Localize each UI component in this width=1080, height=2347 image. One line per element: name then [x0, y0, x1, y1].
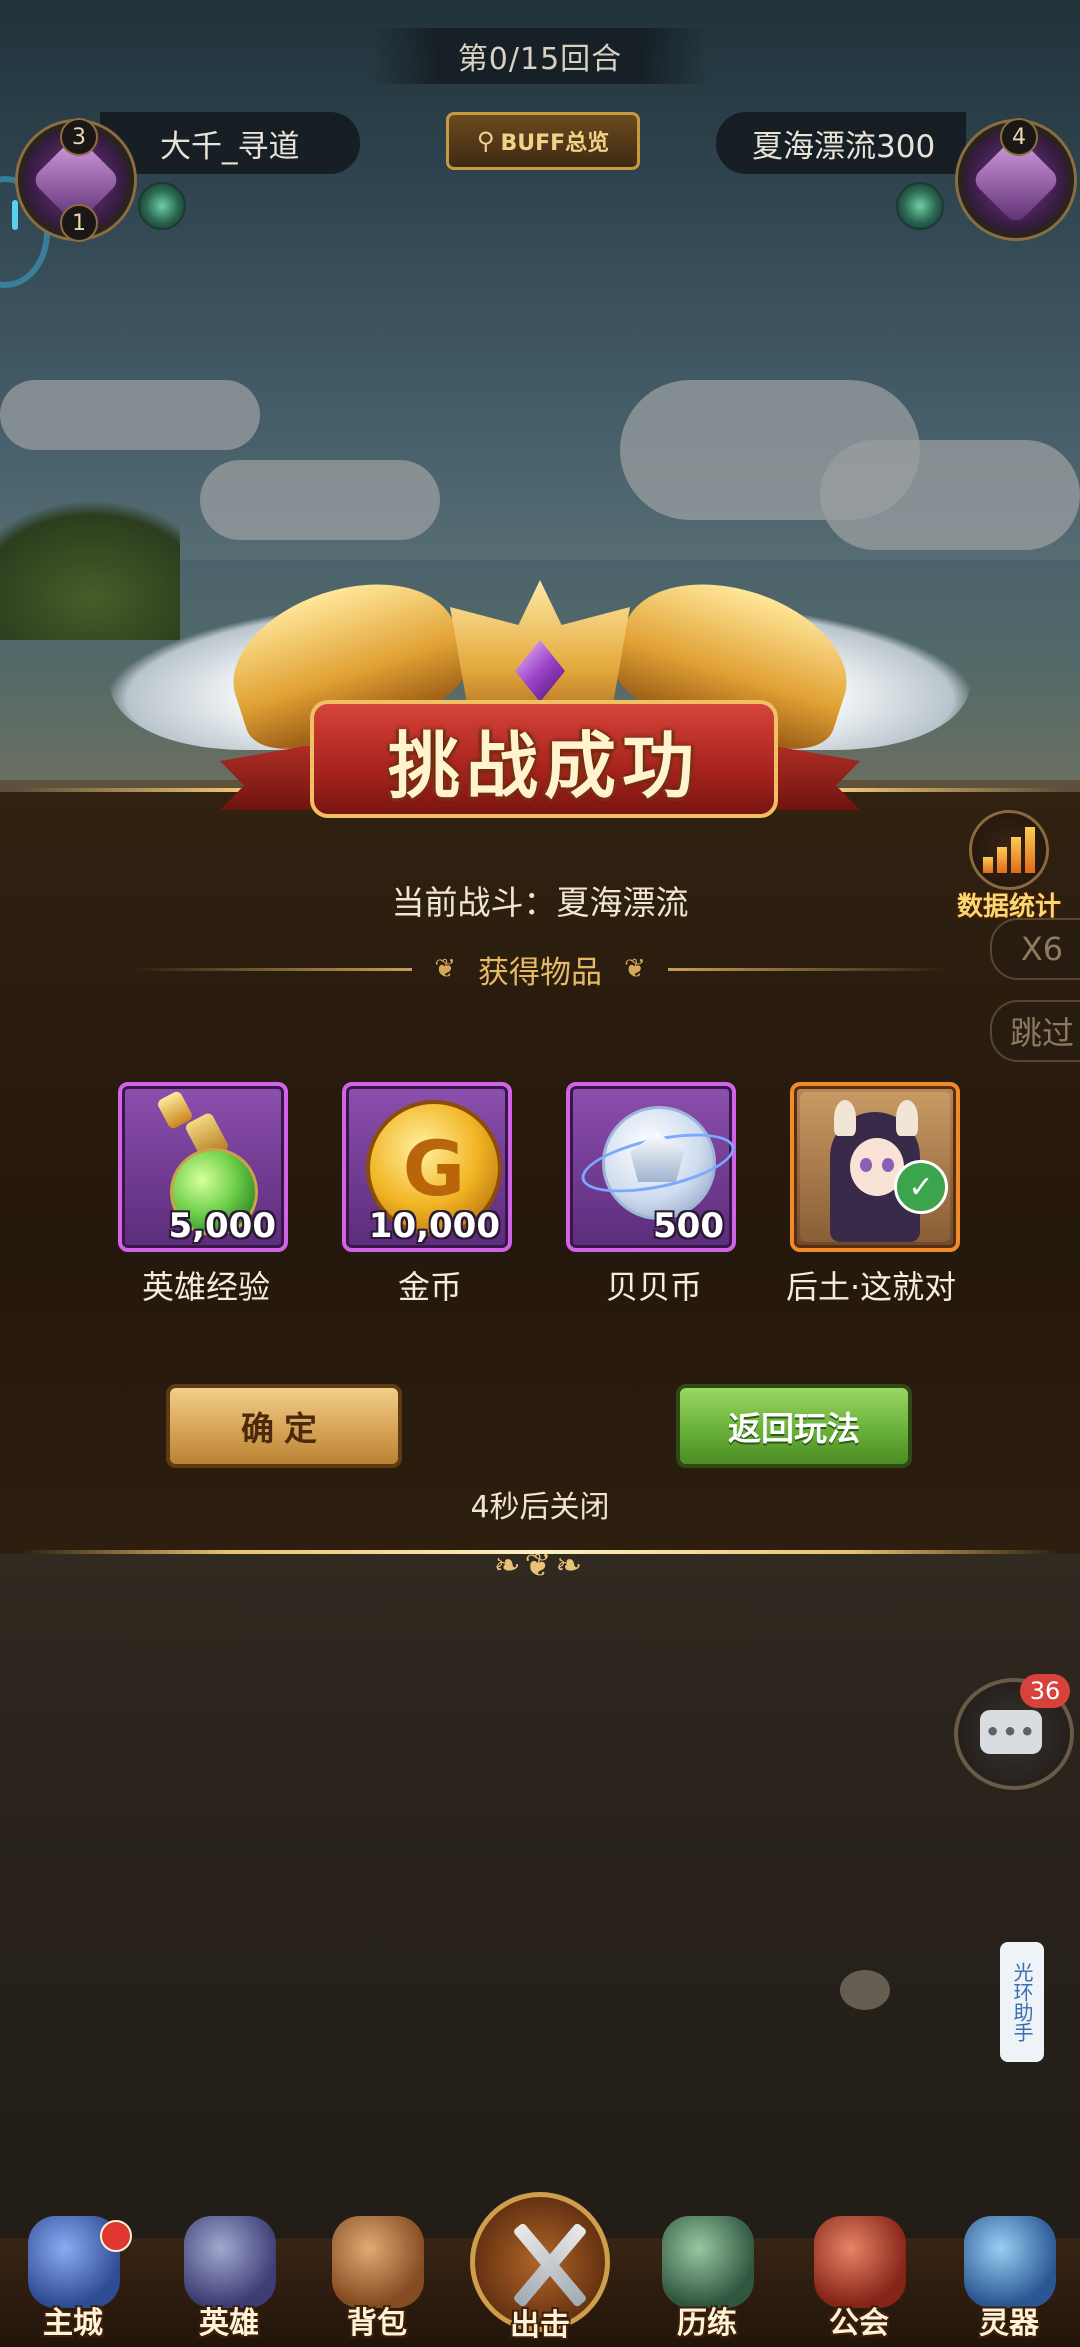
chat-button[interactable]: ••• 36 [954, 1674, 1074, 1790]
helmet-icon [184, 2216, 276, 2308]
reward-item-hero-skin[interactable]: ✓ 后土·这就对 [786, 1082, 966, 1308]
player-left-buff-orb-icon[interactable] [138, 182, 186, 230]
nav-item-label: 历练 [677, 2306, 737, 2341]
player-left-namebar: 大千_寻道 [100, 112, 360, 174]
skip-battle-label: 跳过 [1009, 1014, 1074, 1052]
header-divider-left [130, 967, 413, 971]
hero-horn [834, 1100, 856, 1136]
nav-item-label: 背包 [347, 2306, 407, 2341]
nav-item-artifact[interactable]: 灵器 [944, 2214, 1074, 2347]
flourish-icon: ❦ [434, 954, 456, 984]
data-stats-button[interactable]: 数据统计 [944, 810, 1074, 922]
rewards-header: ❦ 获得物品 ❦ [130, 946, 950, 992]
bar-chart-icon [969, 810, 1049, 890]
current-battle-label: 当前战斗：夏海漂流 [391, 883, 689, 922]
reward-item-shell-coin[interactable]: 500 贝贝币 [566, 1082, 742, 1308]
victory-emblem: 挑战成功 [82, 557, 998, 850]
nav-item-label: 英雄 [199, 2306, 259, 2341]
reward-item-name: 英雄经验 [141, 1268, 270, 1306]
player-left-level-badge: 3 [60, 118, 98, 156]
crystal-orb-icon [964, 2216, 1056, 2308]
nav-item-label: 公会 [829, 2306, 889, 2341]
chat-bubble-icon: ••• [980, 1710, 1042, 1754]
nav-item-label: 主城 [43, 2306, 103, 2341]
reward-item-quantity: 10,000 [368, 1206, 500, 1246]
training-mask-icon [662, 2216, 754, 2308]
reward-item-name: 金币 [397, 1268, 462, 1306]
battle-speed-button[interactable]: X6 [990, 918, 1080, 980]
hero-eye [882, 1158, 894, 1172]
player-left-avatar[interactable]: 3 1 [18, 118, 134, 242]
round-counter: 第0/15回合 [370, 28, 710, 84]
buff-overview-label: BUFF总览 [500, 131, 610, 156]
nav-item-label: 出击 [510, 2308, 570, 2343]
owned-check-icon: ✓ [894, 1160, 948, 1214]
nav-item-backpack[interactable]: 背包 [312, 2214, 442, 2347]
buff-overview-button[interactable]: ⚲ BUFF总览 [446, 112, 640, 170]
nav-item-attack[interactable]: 出击 [460, 2192, 620, 2347]
flourish-icon: ❦ [624, 954, 646, 984]
reward-item-quantity: 500 [653, 1206, 724, 1246]
title-ribbon: 挑战成功 [310, 700, 778, 818]
bar-chart-bar [983, 857, 993, 873]
reward-item-gold[interactable]: G 10,000 金币 [342, 1082, 518, 1308]
player-left-rank-badge: 1 [60, 204, 98, 242]
return-to-mode-button[interactable]: 返回玩法 [676, 1384, 912, 1468]
victory-title: 挑战成功 [387, 723, 700, 808]
reward-item-name: 后土·这就对 [786, 1268, 957, 1306]
reward-item-quantity: 5,000 [168, 1206, 276, 1246]
guild-banner-icon [814, 2216, 906, 2308]
reward-item-frame: ✓ [790, 1082, 960, 1252]
magnifier-icon: ⚲ [476, 127, 495, 155]
header-divider-right [667, 967, 950, 971]
backpack-icon [332, 2216, 424, 2308]
player-left-name: 大千_寻道 [160, 128, 300, 165]
battle-speed-label: X6 [1020, 930, 1064, 968]
player-right-buff-orb-icon[interactable] [896, 182, 944, 230]
chat-unread-badge: 36 [1020, 1674, 1070, 1708]
panel-ornament-icon: ❧❦❧ [493, 1546, 587, 1584]
player-right-namebar: 夏海漂流300 [716, 112, 966, 174]
hero-eye [860, 1158, 872, 1172]
reward-item-frame: G 10,000 [342, 1082, 512, 1252]
confirm-button[interactable]: 确定 [166, 1384, 402, 1468]
confirm-button-label: 确定 [241, 1409, 327, 1448]
player-right-level-badge: 4 [1000, 118, 1038, 156]
round-counter-text: 第0/15回合 [457, 42, 623, 77]
reward-item-name: 贝贝币 [605, 1268, 702, 1306]
nav-item-heroes[interactable]: 英雄 [164, 2214, 294, 2347]
rewards-title: 获得物品 [478, 954, 602, 991]
nav-item-main-city[interactable]: 主城 [8, 2214, 138, 2347]
nav-item-training[interactable]: 历练 [642, 2214, 772, 2347]
player-right-name: 夏海漂流300 [752, 128, 936, 165]
auto-close-timer: 4秒后关闭 [470, 1490, 610, 1525]
nav-item-guild[interactable]: 公会 [794, 2214, 924, 2347]
bottom-navigation: 主城 英雄 背包 出击 历练 公会 灵器 [0, 2192, 1080, 2347]
player-right-avatar[interactable]: 4 [958, 118, 1074, 238]
return-to-mode-label: 返回玩法 [728, 1409, 860, 1448]
bar-chart-bar [997, 847, 1007, 873]
side-energy-tick [12, 200, 18, 230]
reward-item-frame: 5,000 [118, 1082, 288, 1252]
notification-dot [100, 2220, 132, 2252]
hero-horn [896, 1100, 918, 1136]
skip-battle-button[interactable]: 跳过 [990, 1000, 1080, 1062]
bar-chart-bar [1011, 837, 1021, 873]
halo-assistant-label: 光环助手 [1010, 1962, 1034, 2042]
bar-chart-bar [1025, 827, 1035, 873]
reward-item-frame: 500 [566, 1082, 740, 1252]
reward-item-hero-exp[interactable]: 5,000 英雄经验 [118, 1082, 294, 1308]
nav-item-label: 灵器 [979, 2306, 1039, 2341]
halo-assistant-tab[interactable]: 光环助手 [1000, 1942, 1044, 2062]
